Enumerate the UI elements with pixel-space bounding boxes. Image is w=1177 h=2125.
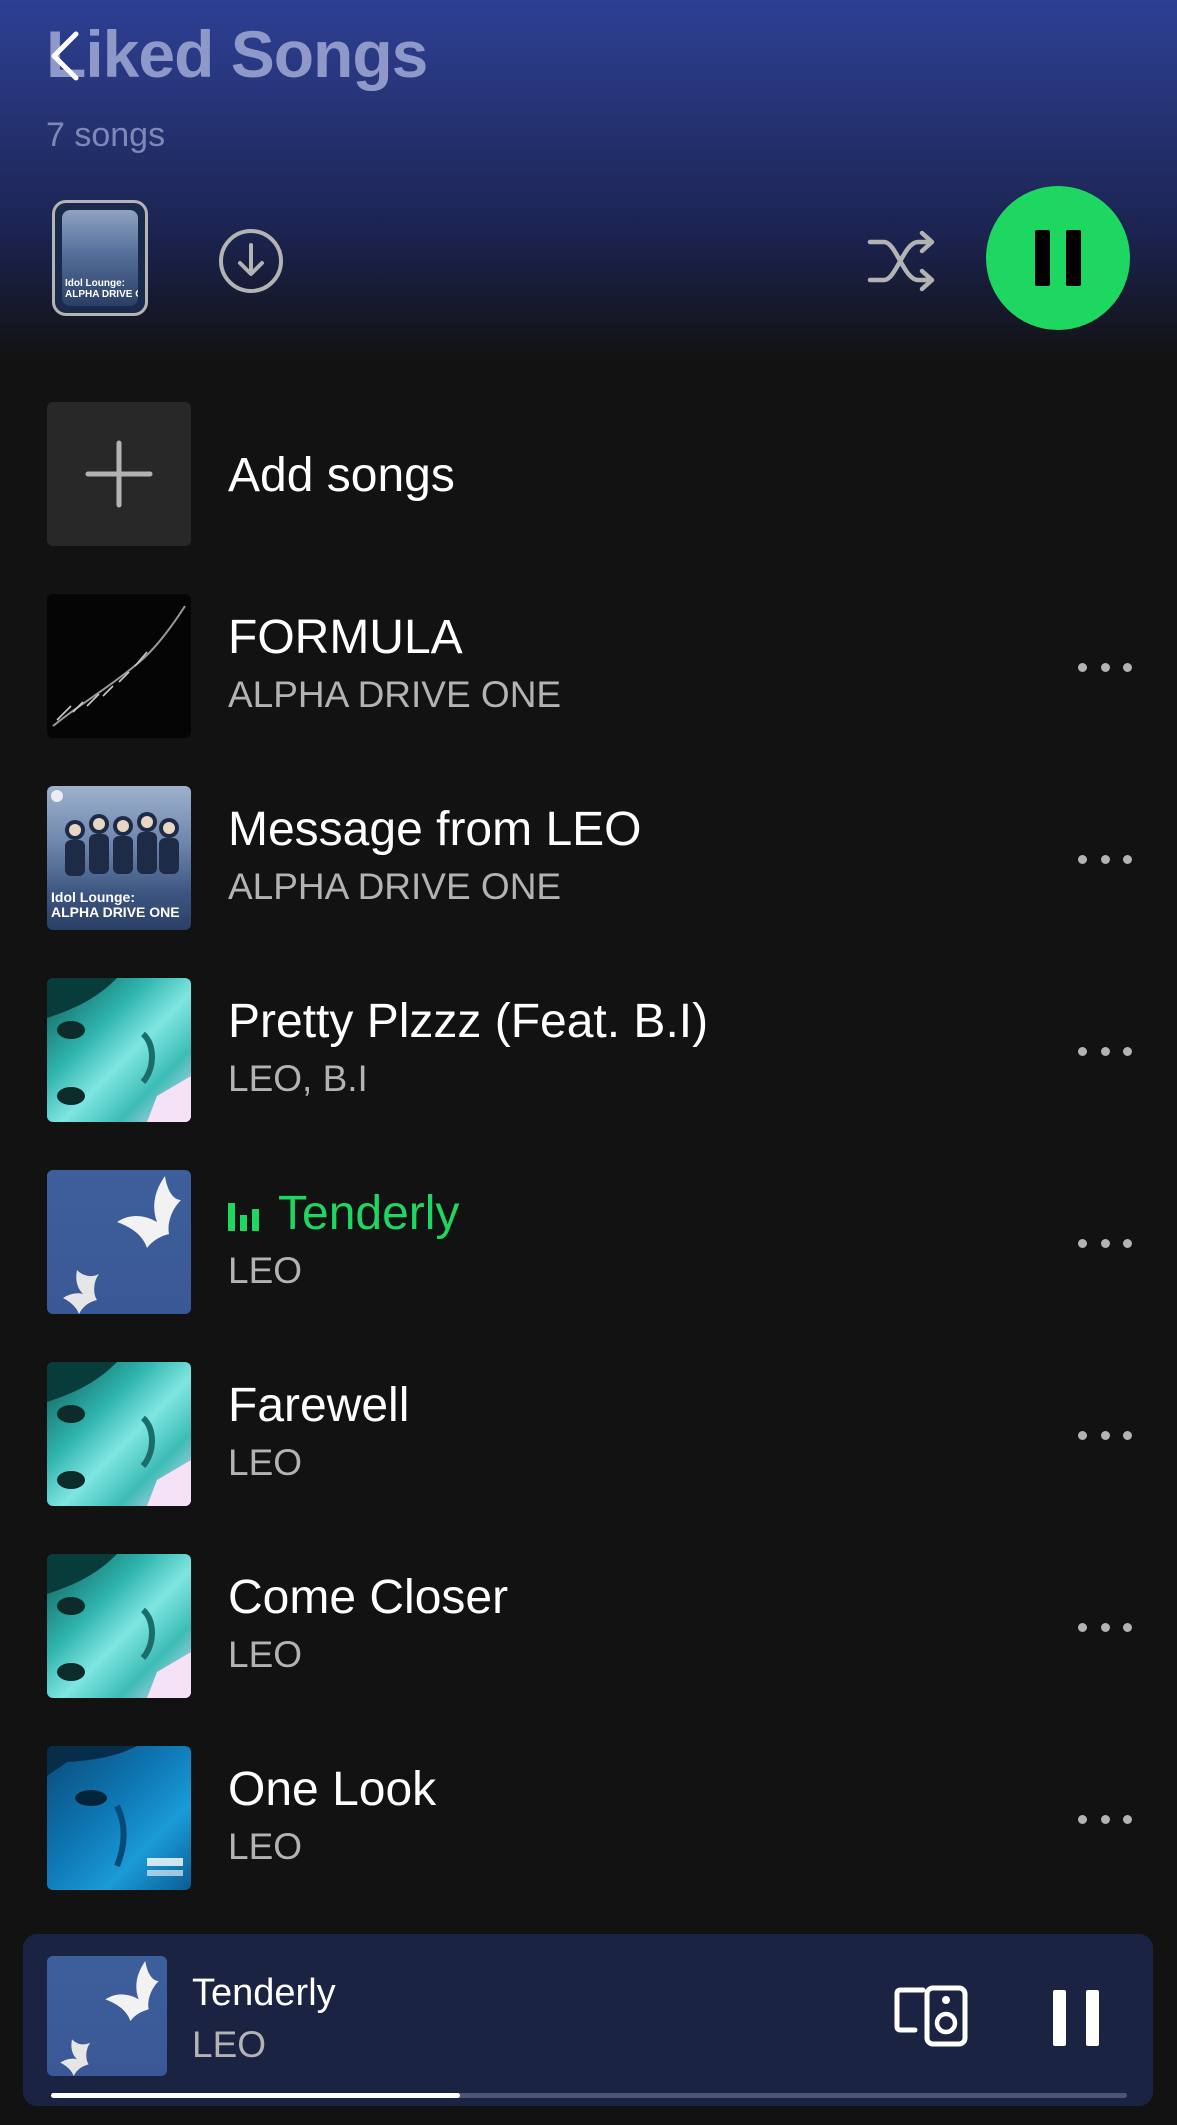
plus-icon: [85, 440, 153, 508]
song-row[interactable]: Farewell LEO: [0, 1362, 1177, 1508]
add-songs-tile: [47, 402, 191, 546]
add-songs-label: Add songs: [228, 449, 455, 502]
back-icon[interactable]: [44, 28, 86, 84]
download-icon[interactable]: [216, 226, 286, 296]
more-options-icon[interactable]: [1078, 1228, 1132, 1258]
album-art: [47, 1746, 191, 1890]
album-art: [47, 1170, 191, 1314]
mini-player[interactable]: Tenderly LEO: [23, 1934, 1153, 2106]
album-art: Idol Lounge: ALPHA DRIVE ONE: [47, 786, 191, 930]
more-options-icon[interactable]: [1078, 1612, 1132, 1642]
playlist-header: Liked Songs 7 songs Idol Lounge: ALPHA D…: [0, 0, 1177, 360]
song-count: 7 songs: [46, 116, 166, 154]
song-title: Farewell: [228, 1379, 410, 1432]
song-row[interactable]: FORMULA ALPHA DRIVE ONE: [0, 594, 1177, 740]
song-row[interactable]: Come Closer LEO: [0, 1554, 1177, 1700]
song-artist: LEO: [228, 1634, 303, 1675]
song-title: Come Closer: [228, 1571, 509, 1624]
song-row[interactable]: Idol Lounge: ALPHA DRIVE ONE Message fro…: [0, 786, 1177, 932]
connect-devices-icon[interactable]: [893, 1984, 969, 2048]
mini-pause-button[interactable]: [1053, 1990, 1099, 2046]
song-title: One Look: [228, 1763, 437, 1816]
album-art: [47, 1362, 191, 1506]
playlist-cover-button[interactable]: Idol Lounge: ALPHA DRIVE ONE: [52, 200, 148, 316]
song-artist: ALPHA DRIVE ONE: [228, 674, 562, 715]
playback-progress-bar[interactable]: [51, 2093, 1127, 2098]
song-artist: ALPHA DRIVE ONE: [228, 866, 562, 907]
song-title-text: Tenderly: [278, 1187, 460, 1240]
song-artist: LEO: [228, 1250, 303, 1291]
song-title: Tenderly: [228, 1186, 459, 1241]
song-artist: LEO: [228, 1826, 303, 1867]
more-options-icon[interactable]: [1078, 1420, 1132, 1450]
album-art: [47, 978, 191, 1122]
now-playing-art: [47, 1956, 167, 2076]
playback-progress-fill: [51, 2093, 460, 2098]
song-artist: LEO: [228, 1442, 303, 1483]
page-title: Liked Songs: [46, 17, 428, 91]
pause-icon: [1053, 1990, 1066, 2046]
pause-icon: [1035, 230, 1050, 286]
song-row[interactable]: One Look LEO: [0, 1746, 1177, 1892]
pause-button[interactable]: [986, 186, 1130, 330]
song-row-playing[interactable]: Tenderly LEO: [0, 1170, 1177, 1316]
add-songs-row[interactable]: Add songs: [0, 402, 1177, 548]
song-title: Message from LEO: [228, 803, 642, 856]
shuffle-icon[interactable]: [866, 224, 940, 298]
more-options-icon[interactable]: [1078, 1804, 1132, 1834]
album-art: [47, 594, 191, 738]
song-title: Pretty Plzzz (Feat. B.I): [228, 995, 709, 1048]
equalizer-icon: [228, 1199, 264, 1231]
now-playing-title: Tenderly: [192, 1972, 336, 2014]
album-art-label: Idol Lounge: ALPHA DRIVE ONE: [51, 889, 180, 920]
song-artist: LEO, B.I: [228, 1058, 368, 1099]
more-options-icon[interactable]: [1078, 1036, 1132, 1066]
song-title: FORMULA: [228, 611, 463, 664]
now-playing-artist: LEO: [192, 2024, 267, 2065]
playlist-cover-image: Idol Lounge: ALPHA DRIVE ONE: [62, 210, 138, 306]
song-row[interactable]: Pretty Plzzz (Feat. B.I) LEO, B.I: [0, 978, 1177, 1124]
more-options-icon[interactable]: [1078, 844, 1132, 874]
cover-label: Idol Lounge: ALPHA DRIVE ONE: [65, 278, 138, 300]
more-options-icon[interactable]: [1078, 652, 1132, 682]
album-art: [47, 1554, 191, 1698]
